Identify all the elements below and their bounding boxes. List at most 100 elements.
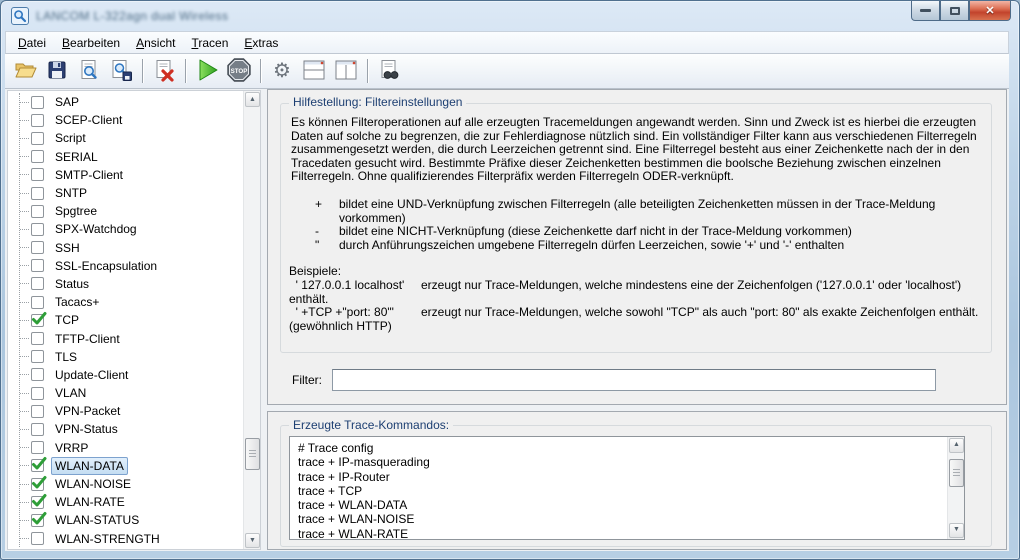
tree-item-vpn-packet[interactable]: VPN-Packet bbox=[14, 402, 242, 420]
start-trace-button[interactable] bbox=[192, 56, 222, 86]
tree-scrollbar-thumb[interactable] bbox=[245, 438, 260, 470]
commands-scrollbar[interactable]: ▲ ▼ bbox=[947, 437, 964, 539]
checkbox[interactable] bbox=[31, 205, 44, 218]
menu-extras[interactable]: Extras bbox=[236, 32, 286, 53]
stop-trace-button[interactable]: STOP bbox=[224, 56, 254, 86]
tree-item-tftp-client[interactable]: TFTP-Client bbox=[14, 329, 242, 347]
commands-scrollbar-thumb[interactable] bbox=[949, 459, 964, 487]
checkbox[interactable] bbox=[31, 496, 44, 509]
maximize-button[interactable] bbox=[940, 1, 969, 21]
scroll-up-icon[interactable]: ▲ bbox=[949, 438, 964, 453]
tree-item-scep-client[interactable]: SCEP-Client bbox=[14, 111, 242, 129]
checkbox[interactable] bbox=[31, 423, 44, 436]
filter-input[interactable] bbox=[332, 369, 936, 391]
tree-line bbox=[20, 247, 29, 248]
trace-command-line: trace + WLAN-NOISE bbox=[298, 512, 942, 526]
tree-item-wlan-noise[interactable]: WLAN-NOISE bbox=[14, 475, 242, 493]
trace-commands-box[interactable]: # Trace configtrace + IP-masqueradingtra… bbox=[289, 436, 965, 540]
checkbox[interactable] bbox=[31, 223, 44, 236]
checkbox[interactable] bbox=[31, 296, 44, 309]
filter-rule: "durch Anführungszeichen umgebene Filter… bbox=[315, 239, 983, 253]
checkbox[interactable] bbox=[31, 532, 44, 545]
tree-item-tcp[interactable]: TCP bbox=[14, 311, 242, 329]
help-groupbox-title: Hilfestellung: Filtereinstellungen bbox=[289, 96, 466, 110]
scroll-down-icon[interactable]: ▼ bbox=[949, 523, 964, 538]
scroll-up-icon[interactable]: ▲ bbox=[245, 92, 260, 107]
tree-item-label: VPN-Packet bbox=[51, 402, 124, 420]
minimize-button[interactable] bbox=[911, 1, 940, 21]
menu-bearbeiten[interactable]: Bearbeiten bbox=[54, 32, 128, 53]
tree-line bbox=[20, 338, 29, 339]
tree-item-tacacs+[interactable]: Tacacs+ bbox=[14, 293, 242, 311]
menu-datei[interactable]: Datei bbox=[10, 32, 54, 53]
checkbox[interactable] bbox=[31, 114, 44, 127]
tree-item-wlan-status[interactable]: WLAN-STATUS bbox=[14, 511, 242, 529]
close-button[interactable]: ✕ bbox=[969, 1, 1011, 21]
tree-item-sap[interactable]: SAP bbox=[14, 93, 242, 111]
settings-button[interactable]: ⚙ bbox=[267, 56, 297, 86]
checkbox[interactable] bbox=[31, 350, 44, 363]
tree-item-sntp[interactable]: SNTP bbox=[14, 184, 242, 202]
tree-item-status[interactable]: Status bbox=[14, 275, 242, 293]
checkbox[interactable] bbox=[31, 514, 44, 527]
split-horizontal-button[interactable] bbox=[299, 56, 329, 86]
tree-item-script[interactable]: Script bbox=[14, 129, 242, 147]
show-trace-button[interactable] bbox=[74, 56, 104, 86]
checkbox[interactable] bbox=[31, 332, 44, 345]
checkbox[interactable] bbox=[31, 441, 44, 454]
tree-item-label: SCEP-Client bbox=[51, 111, 126, 129]
tree-item-wlan-strength[interactable]: WLAN-STRENGTH bbox=[14, 530, 242, 548]
tree-item-update-client[interactable]: Update-Client bbox=[14, 366, 242, 384]
checkbox[interactable] bbox=[31, 187, 44, 200]
trace-tree-panel: SAPSCEP-ClientScriptSERIALSMTP-ClientSNT… bbox=[7, 90, 261, 550]
checkbox[interactable] bbox=[31, 150, 44, 163]
checkbox[interactable] bbox=[31, 314, 44, 327]
split-vertical-button[interactable] bbox=[331, 56, 361, 86]
checkbox[interactable] bbox=[31, 405, 44, 418]
checkbox[interactable] bbox=[31, 478, 44, 491]
scroll-down-icon[interactable]: ▼ bbox=[245, 533, 260, 548]
tree-item-label: SAP bbox=[51, 93, 83, 111]
tree-item-label: TCP bbox=[51, 311, 83, 329]
tree-line bbox=[20, 302, 29, 303]
save-trace-config-button[interactable] bbox=[42, 56, 72, 86]
examples-list: ' 127.0.0.1 localhost'erzeugt nur Trace-… bbox=[289, 279, 983, 333]
checkbox[interactable] bbox=[31, 259, 44, 272]
tree-item-ssl-encapsulation[interactable]: SSL-Encapsulation bbox=[14, 257, 242, 275]
clear-trace-button[interactable] bbox=[149, 56, 179, 86]
checkbox[interactable] bbox=[31, 387, 44, 400]
checkbox[interactable] bbox=[31, 277, 44, 290]
tree-line bbox=[20, 120, 29, 121]
tree-item-vlan[interactable]: VLAN bbox=[14, 384, 242, 402]
checkbox[interactable] bbox=[31, 241, 44, 254]
tree-item-smtp-client[interactable]: SMTP-Client bbox=[14, 166, 242, 184]
tree-item-vpn-status[interactable]: VPN-Status bbox=[14, 420, 242, 438]
menu-tracen[interactable]: Tracen bbox=[183, 32, 236, 53]
split-vertical-icon bbox=[333, 57, 359, 86]
tree-item-tls[interactable]: TLS bbox=[14, 348, 242, 366]
checkbox[interactable] bbox=[31, 132, 44, 145]
tree-scrollbar[interactable]: ▲ ▼ bbox=[243, 91, 260, 549]
tree-item-wlan-data[interactable]: WLAN-DATA bbox=[14, 457, 242, 475]
checkbox[interactable] bbox=[31, 459, 44, 472]
tree-item-wlan-rate[interactable]: WLAN-RATE bbox=[14, 493, 242, 511]
title-bar[interactable]: LANCOM L-322agn dual Wireless ✕ bbox=[1, 1, 1019, 31]
tree-item-spgtree[interactable]: Spgtree bbox=[14, 202, 242, 220]
tree-item-ssh[interactable]: SSH bbox=[14, 239, 242, 257]
search-trace-button[interactable] bbox=[374, 56, 404, 86]
tree-line bbox=[20, 229, 29, 230]
menu-ansicht[interactable]: Ansicht bbox=[128, 32, 183, 53]
open-trace-config-button[interactable] bbox=[10, 56, 40, 86]
save-trace-data-button[interactable] bbox=[106, 56, 136, 86]
checkbox[interactable] bbox=[31, 368, 44, 381]
tree-item-serial[interactable]: SERIAL bbox=[14, 148, 242, 166]
checkbox[interactable] bbox=[31, 96, 44, 109]
tree-item-vrrp[interactable]: VRRP bbox=[14, 439, 242, 457]
tree-item-label: Script bbox=[51, 129, 90, 147]
checkbox[interactable] bbox=[31, 168, 44, 181]
tree-item-label: SSH bbox=[51, 239, 84, 257]
tree-item-label: WLAN-STRENGTH bbox=[51, 530, 164, 548]
trace-command-line: trace + TCP bbox=[298, 484, 942, 498]
tree-line bbox=[20, 465, 29, 466]
tree-item-spx-watchdog[interactable]: SPX-Watchdog bbox=[14, 220, 242, 238]
